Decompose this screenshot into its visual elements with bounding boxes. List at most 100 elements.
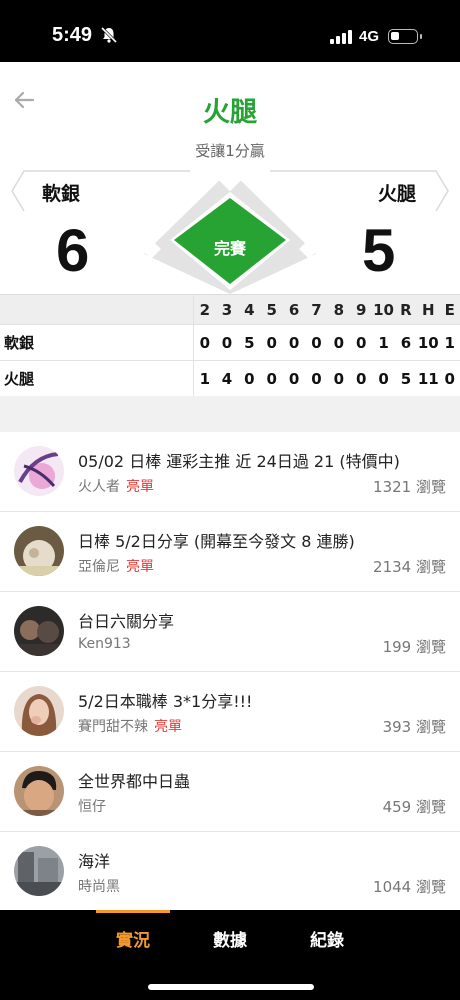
signal-icon [330,30,352,44]
section-divider [0,396,460,432]
post-author: 時尚黑 [78,876,126,896]
game-status-label: 完賽 [213,239,246,258]
post-author: 火人者 亮單 [78,476,154,496]
runs-cell: 5 [394,360,418,397]
away-team-name: 軟銀 [42,183,81,205]
post-item[interactable]: 日棒 5/2日分享 (開幕至今發文 8 連勝) 亞倫尼 亮單 2134 瀏覽 [0,512,460,592]
score-cell: 0 [215,324,239,361]
avatar [14,446,64,496]
author-name: 賽門甜不辣 [78,719,148,735]
score-cell: 0 [260,324,283,361]
post-item[interactable]: 台日六關分享 Ken913 199 瀏覽 [0,592,460,672]
hits-cell: 10 [417,324,440,361]
avatar [14,686,64,736]
team-header-cell [0,294,194,325]
score-cell: 0 [349,360,373,397]
score-cell: 0 [327,324,350,361]
team-name-cell: 軟銀 [0,324,194,361]
inning-header: 3 [215,294,239,325]
post-author: 恒仔 [78,796,112,816]
home-team-name: 火腿 [378,183,417,205]
away-team-score: 6 [56,217,90,284]
post-title: 05/02 日棒 運彩主推 近 24日過 21 (特價中) [78,452,400,471]
battery-icon [388,29,422,44]
post-item[interactable]: 5/2日本職棒 3*1分享!!! 賽門甜不辣 亮單 393 瀏覽 [0,672,460,752]
author-name: 恒仔 [78,799,106,815]
home-team-score: 5 [362,217,396,284]
post-author: Ken913 [78,636,137,652]
hits-cell: 11 [417,360,440,397]
avatar [14,766,64,816]
inning-header: 6 [282,294,306,325]
post-item[interactable]: 海洋 時尚黑 1044 瀏覽 [0,832,460,912]
author-name: 火人者 [78,479,120,495]
active-tab-indicator [96,910,170,913]
box-score: 2 3 4 5 6 7 8 9 10 R H E 軟銀 0 0 5 0 0 0 … [0,294,460,397]
handicap-subtitle: 受讓1分贏 [195,142,265,160]
score-cell: 1 [372,324,395,361]
author-name: 亞倫尼 [78,559,120,575]
post-title: 台日六關分享 [78,612,175,631]
inning-header: 2 [193,294,216,325]
post-tag: 亮單 [126,559,154,575]
score-cell: 0 [349,324,373,361]
post-title: 5/2日本職棒 3*1分享!!! [78,692,253,711]
post-tag: 亮單 [154,719,182,735]
inning-header: 10 [372,294,395,325]
post-views: 1321 瀏覽 [373,478,446,496]
post-list: 05/02 日棒 運彩主推 近 24日過 21 (特價中) 火人者 亮單 1321… [0,432,460,912]
post-views: 2134 瀏覽 [373,558,446,576]
author-name: Ken913 [78,636,131,652]
tab-records[interactable]: 紀錄 [292,926,362,951]
post-title: 日棒 5/2日分享 (開幕至今發文 8 連勝) [78,532,355,551]
status-bar: 5:49 4G [0,0,460,62]
post-views: 459 瀏覽 [382,798,446,816]
post-item[interactable]: 05/02 日棒 運彩主推 近 24日過 21 (特價中) 火人者 亮單 1321… [0,432,460,512]
avatar [14,606,64,656]
page-title: 火腿 [203,97,257,128]
away-team-row: 軟銀 0 0 5 0 0 0 0 0 1 6 10 1 [0,324,460,361]
home-indicator[interactable] [148,984,314,990]
tab-live[interactable]: 實況 [98,926,168,951]
score-cell: 1 [193,360,216,397]
inning-header: 4 [238,294,261,325]
avatar [14,846,64,896]
errors-cell: 0 [439,360,460,397]
box-score-table: 2 3 4 5 6 7 8 9 10 R H E 軟銀 0 0 5 0 0 0 … [0,294,460,397]
bottom-tab-bar: 實況 數據 紀錄 [0,910,460,1000]
tab-stats[interactable]: 數據 [195,926,265,951]
innings-header-row: 2 3 4 5 6 7 8 9 10 R H E [0,294,460,325]
runs-header: R [394,294,418,325]
score-cell: 0 [327,360,350,397]
score-cell: 0 [305,324,328,361]
inning-header: 5 [260,294,283,325]
inning-header: 8 [327,294,350,325]
status-time: 5:49 [52,24,93,46]
score-cell: 5 [238,324,261,361]
bell-off-icon [100,26,118,44]
post-author: 亞倫尼 亮單 [78,556,154,576]
post-views: 1044 瀏覽 [373,878,446,896]
network-label: 4G [359,28,380,45]
team-name-cell: 火腿 [0,360,194,397]
score-cell: 0 [305,360,328,397]
post-title: 海洋 [78,852,111,871]
score-cell: 0 [282,324,306,361]
hits-header: H [417,294,440,325]
post-views: 199 瀏覽 [382,638,446,656]
avatar [14,526,64,576]
post-tag: 亮單 [126,479,154,495]
score-cell: 0 [238,360,261,397]
post-item[interactable]: 全世界都中日蟲 恒仔 459 瀏覽 [0,752,460,832]
game-page: 5:49 4G 火腿 受讓1分贏 軟銀 火腿 6 5 完賽 2 3 4 5 6 … [0,0,460,1000]
post-author: 賽門甜不辣 亮單 [78,716,182,736]
score-cell: 0 [193,324,216,361]
score-cell: 0 [372,360,395,397]
score-cell: 0 [282,360,306,397]
inning-header: 7 [305,294,328,325]
errors-header: E [439,294,460,325]
score-cell: 0 [260,360,283,397]
inning-header: 9 [349,294,373,325]
author-name: 時尚黑 [78,879,120,895]
runs-cell: 6 [394,324,418,361]
